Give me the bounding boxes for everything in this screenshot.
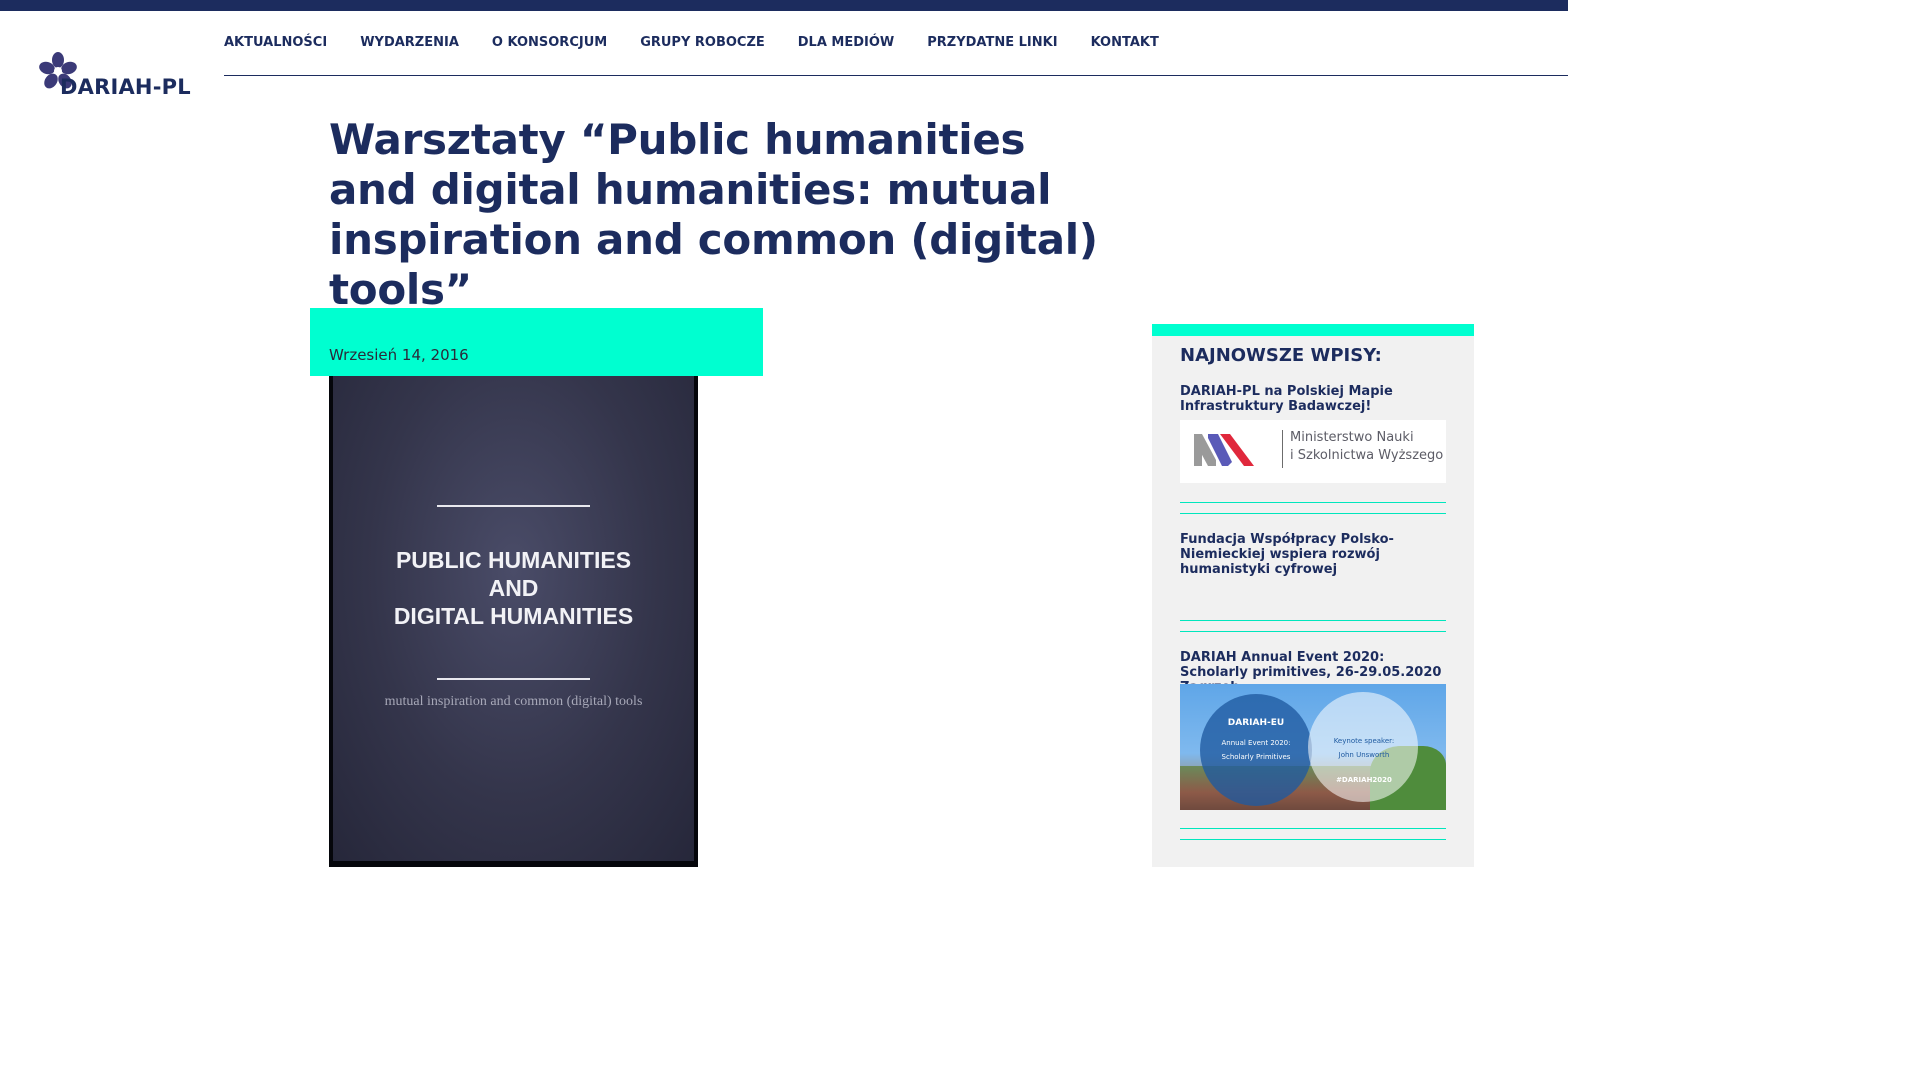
site-logo[interactable]: DARIAH-PL: [36, 50, 196, 100]
sidebar-recent-posts: NAJNOWSZE WPISY: DARIAH-PL na Polskiej M…: [1152, 324, 1474, 867]
event-title-line: Annual Event 2020:: [1221, 739, 1291, 747]
cover-rule-top: [437, 505, 590, 507]
nav-item-dla-mediow[interactable]: DLA MEDIÓW: [798, 35, 895, 50]
event-hashtag: #DARIAH2020: [1336, 776, 1392, 784]
ministry-logo-icon: [1194, 434, 1254, 466]
cover-title: PUBLIC HUMANITIES AND DIGITAL HUMANITIES: [333, 546, 694, 630]
date-highlight-band: [310, 308, 763, 376]
nav-item-przydatne-linki[interactable]: PRZYDATNE LINKI: [927, 35, 1057, 50]
post-separator: [1180, 620, 1446, 632]
post-separator: [1180, 502, 1446, 514]
recent-post-image-ministry[interactable]: Ministerstwo Nauki i Szkolnictwa Wyższeg…: [1180, 420, 1446, 483]
recent-post-image-event[interactable]: DARIAH-EU Annual Event 2020: Scholarly P…: [1180, 684, 1446, 810]
logo-text: DARIAH-PL: [60, 75, 191, 99]
nav-item-grupy-robocze[interactable]: GRUPY ROBOCZE: [640, 35, 765, 50]
article-cover-image: PUBLIC HUMANITIES AND DIGITAL HUMANITIES…: [329, 376, 698, 867]
nav-item-wydarzenia[interactable]: WYDARZENIA: [360, 35, 459, 50]
top-bar: [0, 0, 1568, 11]
cover-title-line: PUBLIC HUMANITIES: [395, 547, 632, 573]
recent-post-link[interactable]: DARIAH-PL na Polskiej Mapie Infrastruktu…: [1180, 384, 1420, 414]
cover-subtitle: mutual inspiration and common (digital) …: [384, 694, 643, 709]
event-title: Annual Event 2020: Scholarly Primitives: [1208, 736, 1304, 764]
ministry-text: Ministerstwo Nauki i Szkolnictwa Wyższeg…: [1282, 429, 1443, 465]
post-date: Wrzesień 14, 2016: [329, 346, 469, 364]
cover-panel: PUBLIC HUMANITIES AND DIGITAL HUMANITIES…: [333, 376, 694, 861]
ministry-line: i Szkolnictwa Wyższego: [1290, 448, 1444, 463]
event-keynote-name: John Unsworth: [1338, 751, 1390, 759]
cover-rule-bottom: [437, 678, 590, 680]
nav-item-kontakt[interactable]: KONTAKT: [1091, 35, 1159, 50]
sidebar-accent-bar: [1152, 324, 1474, 336]
cover-title-line: AND: [488, 575, 539, 601]
event-title-line: Scholarly Primitives: [1221, 753, 1291, 761]
ministry-line: Ministerstwo Nauki: [1290, 430, 1414, 445]
nav-item-aktualnosci[interactable]: AKTUALNOŚCI: [224, 35, 327, 50]
event-keynote-label: Keynote speaker:: [1333, 737, 1395, 745]
recent-post-link[interactable]: Fundacja Współpracy Polsko-Niemieckiej w…: [1180, 532, 1420, 577]
main-nav: AKTUALNOŚCI WYDARZENIA O KONSORCJUM GRUP…: [224, 35, 1192, 50]
page-title: Warsztaty “Public humanities and digital…: [329, 115, 1098, 314]
cover-title-line: DIGITAL HUMANITIES: [393, 603, 634, 629]
event-org: DARIAH-EU: [1227, 718, 1285, 728]
post-separator: [1180, 828, 1446, 840]
event-keynote: Keynote speaker: John Unsworth: [1314, 734, 1414, 762]
nav-item-o-konsorcjum[interactable]: O KONSORCJUM: [492, 35, 607, 50]
nav-divider: [224, 75, 1568, 76]
sidebar-heading: NAJNOWSZE WPISY:: [1180, 345, 1382, 366]
